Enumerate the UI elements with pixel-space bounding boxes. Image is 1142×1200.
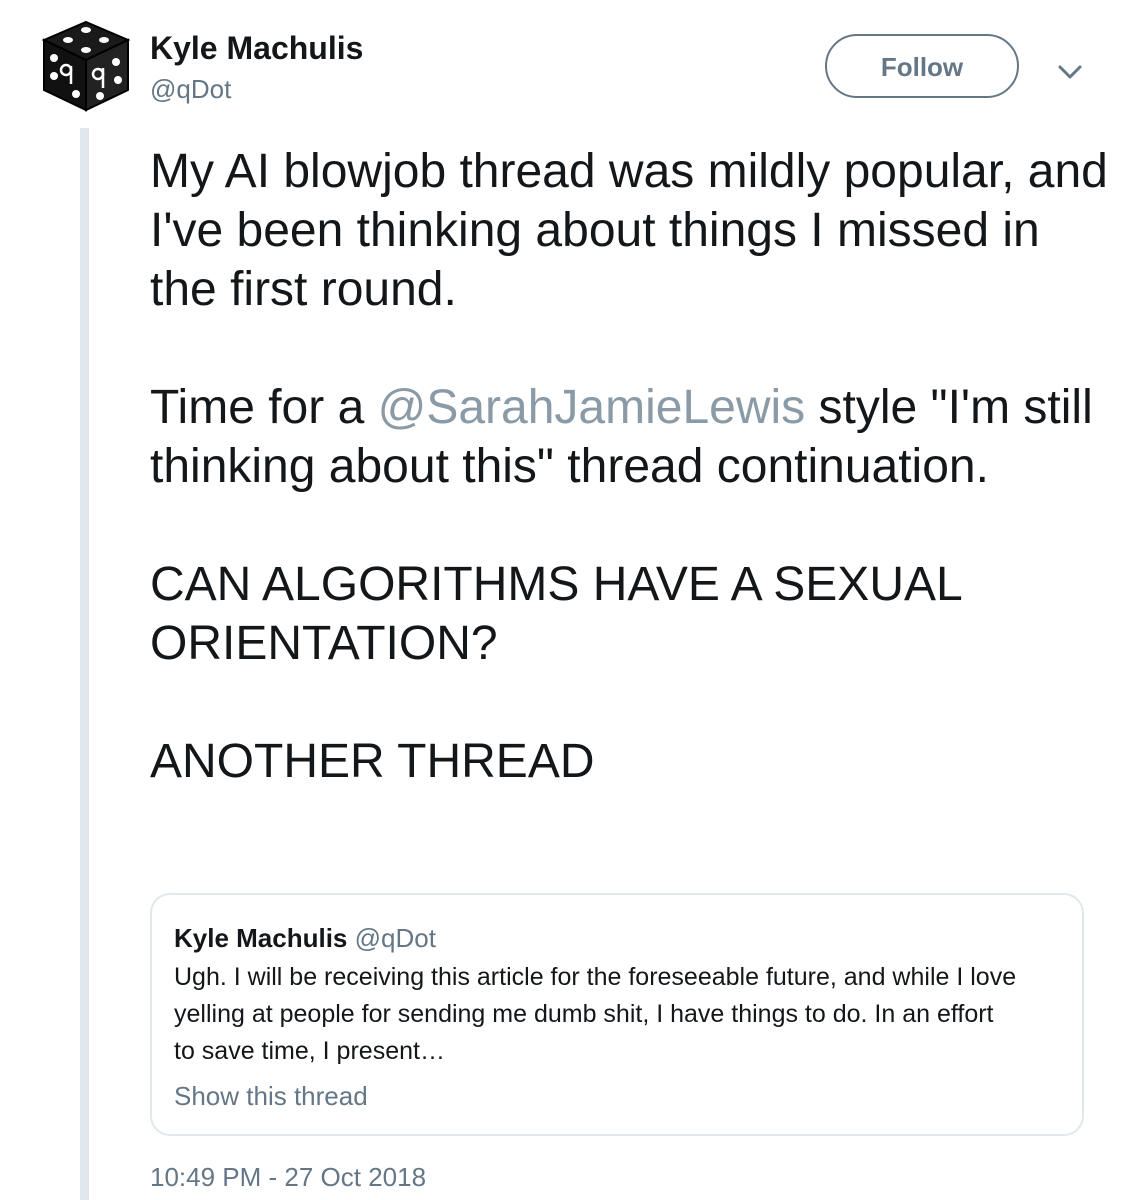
quoted-tweet-card[interactable]: Kyle Machulis @qDot Ugh. I will be recei… — [150, 893, 1084, 1136]
tweet-text: My AI blowjob thread was mildly popular,… — [150, 142, 1110, 791]
quoted-tweet-text: Ugh. I will be receiving this article fo… — [174, 959, 1064, 1070]
author-handle[interactable]: @qDot — [150, 74, 231, 105]
tweet-paragraph: My AI blowjob thread was mildly popular,… — [150, 145, 1108, 316]
show-this-thread-link[interactable]: Show this thread — [174, 1081, 368, 1112]
quoted-tweet-line: Ugh. I will be receiving this article fo… — [174, 963, 1017, 991]
quoted-tweet-line: to save time, I present… — [174, 1037, 445, 1065]
avatar[interactable] — [40, 18, 132, 114]
tweet-paragraph: ANOTHER THREAD — [150, 735, 595, 788]
quoted-tweet-line: yelling at people for sending me dumb sh… — [174, 1000, 994, 1028]
follow-button[interactable]: Follow — [825, 34, 1019, 98]
quoted-author-name: Kyle Machulis — [174, 923, 348, 953]
tweet-text-segment: Time for a — [150, 381, 378, 434]
tweet-timestamp[interactable]: 10:49 PM - 27 Oct 2018 — [150, 1162, 426, 1193]
tweet-paragraph: CAN ALGORITHMS HAVE A SEXUAL ORIENTATION… — [150, 558, 961, 670]
chevron-down-icon[interactable] — [1052, 58, 1088, 86]
quoted-author-handle: @qDot — [354, 923, 436, 953]
author-name[interactable]: Kyle Machulis — [150, 30, 363, 67]
mention-link[interactable]: @SarahJamieLewis — [378, 381, 806, 434]
quoted-tweet-header: Kyle Machulis @qDot — [174, 923, 436, 954]
thread-connector-line — [80, 128, 89, 1200]
tweet-paragraph: Time for a @SarahJamieLewis style "I'm s… — [150, 378, 1110, 496]
tweet-page: Kyle Machulis @qDot Follow My AI blowjob… — [0, 0, 1142, 1200]
